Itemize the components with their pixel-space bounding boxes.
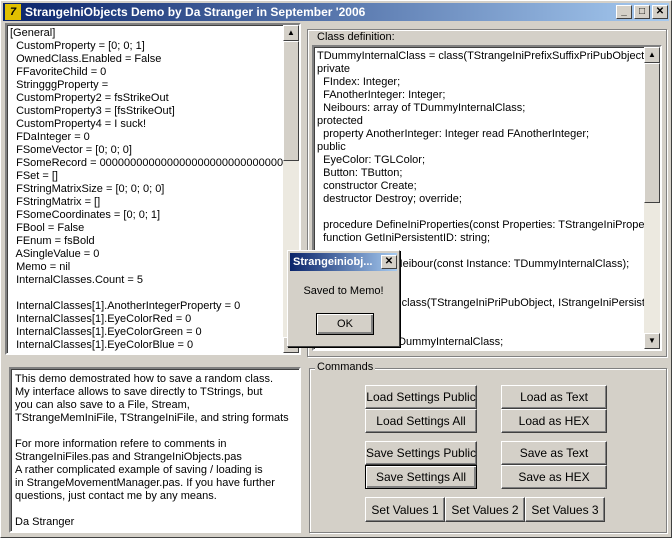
dialog-close-button[interactable]: ✕ bbox=[381, 255, 397, 269]
save-settings-all-button[interactable]: Save Settings All bbox=[365, 465, 477, 489]
app-icon[interactable]: 7 bbox=[5, 4, 21, 20]
scroll-thumb[interactable] bbox=[644, 63, 660, 203]
load-as-text-button[interactable]: Load as Text bbox=[501, 385, 607, 409]
ini-output-text: [General] CustomProperty = [0; 0; 1] Own… bbox=[10, 27, 301, 351]
save-as-text-button[interactable]: Save as Text bbox=[501, 441, 607, 465]
maximize-button[interactable]: □ bbox=[634, 5, 650, 19]
scroll-thumb[interactable] bbox=[283, 41, 299, 161]
close-button[interactable]: ✕ bbox=[652, 5, 668, 19]
commands-label: Commands bbox=[315, 361, 376, 373]
info-memo[interactable]: This demo demostrated how to save a rand… bbox=[9, 367, 301, 533]
load-settings-all-button[interactable]: Load Settings All bbox=[365, 409, 477, 433]
scroll-down-icon[interactable]: ▼ bbox=[644, 333, 660, 349]
saved-dialog: Strangeiniobj... ✕ Saved to Memo! OK bbox=[287, 250, 400, 347]
scroll-up-icon[interactable]: ▲ bbox=[644, 47, 660, 63]
class-definition-label: Class definition: bbox=[315, 31, 397, 43]
scroll-up-icon[interactable]: ▲ bbox=[283, 25, 299, 41]
save-as-hex-button[interactable]: Save as HEX bbox=[501, 465, 607, 489]
load-settings-public-button[interactable]: Load Settings Public bbox=[365, 385, 477, 409]
main-window: 7 StrangeIniObjects Demo by Da Stranger … bbox=[0, 0, 672, 538]
set-values-1-button[interactable]: Set Values 1 bbox=[365, 497, 445, 522]
load-as-hex-button[interactable]: Load as HEX bbox=[501, 409, 607, 433]
set-values-3-button[interactable]: Set Values 3 bbox=[525, 497, 605, 522]
dialog-ok-button[interactable]: OK bbox=[316, 313, 374, 335]
dialog-message: Saved to Memo! bbox=[303, 285, 384, 297]
window-title: StrangeIniObjects Demo by Da Stranger in… bbox=[25, 5, 366, 19]
class-def-scrollbar[interactable]: ▲ ▼ bbox=[644, 47, 660, 349]
set-values-2-button[interactable]: Set Values 2 bbox=[445, 497, 525, 522]
minimize-button[interactable]: _ bbox=[616, 5, 632, 19]
ini-output-memo[interactable]: [General] CustomProperty = [0; 0; 1] Own… bbox=[5, 23, 301, 355]
title-bar[interactable]: 7 StrangeIniObjects Demo by Da Stranger … bbox=[3, 3, 669, 21]
save-settings-public-button[interactable]: Save Settings Public bbox=[365, 441, 477, 465]
dialog-title: Strangeiniobj... bbox=[293, 256, 373, 268]
info-text: This demo demostrated how to save a rand… bbox=[15, 373, 289, 528]
